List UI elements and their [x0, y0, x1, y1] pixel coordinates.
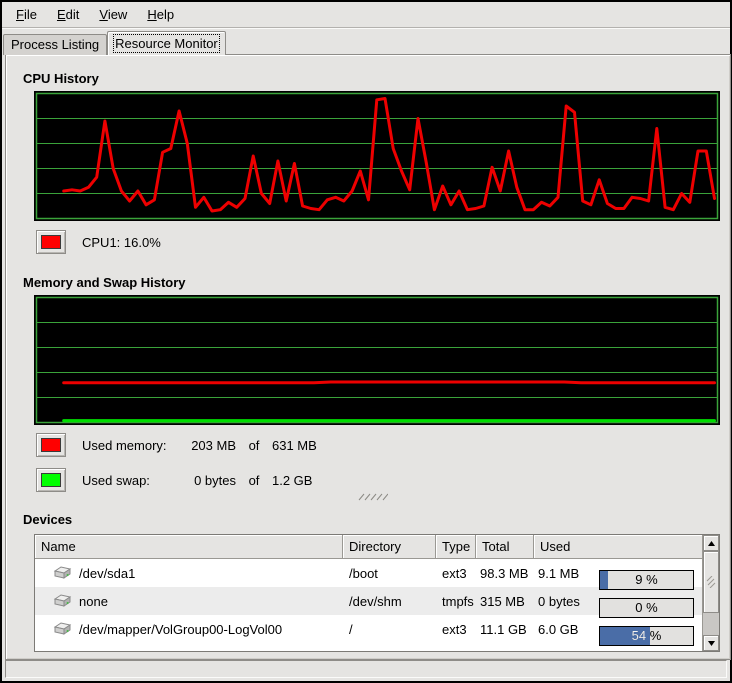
device-used: 6.0 GB [538, 622, 578, 637]
resource-monitor-panel: CPU History CPU1: 16.0% Memory and Swap … [5, 54, 731, 660]
swap-legend-label: Used swap: [82, 473, 182, 488]
swap-of-label: of [236, 473, 272, 488]
grip-hatch-icon [358, 493, 388, 501]
usage-progressbar: 0 % 0 % [599, 598, 694, 618]
memory-color-button[interactable] [36, 433, 66, 457]
table-row[interactable]: /dev/mapper/VolGroup00-LogVol00 / ext3 1… [35, 615, 702, 643]
device-type: ext3 [436, 622, 476, 637]
menu-file[interactable]: File [6, 3, 47, 26]
devices-table-header: Name Directory Type Total Used [35, 535, 702, 559]
cpu-history-plot [34, 91, 720, 221]
device-name: /dev/sda1 [79, 566, 135, 581]
device-total: 11.1 GB [476, 622, 534, 637]
device-used: 9.1 MB [538, 566, 579, 581]
device-directory: /dev/shm [343, 594, 436, 609]
harddisk-icon [53, 622, 72, 636]
cpu-color-swatch [41, 235, 61, 249]
usage-progressbar: 54 % 54 % [599, 626, 694, 646]
notebook-tabs: Process Listing Resource Monitor [3, 31, 226, 55]
tab-process-listing[interactable]: Process Listing [3, 34, 107, 55]
swap-total-value: 1.2 GB [272, 473, 312, 488]
column-header-type[interactable]: Type [436, 535, 476, 559]
tab-resource-monitor[interactable]: Resource Monitor [107, 31, 226, 55]
devices-title: Devices [23, 512, 72, 527]
column-header-directory[interactable]: Directory [343, 535, 436, 559]
table-row[interactable]: /dev/sda1 /boot ext3 98.3 MB 9.1 MB 9 % … [35, 559, 702, 587]
device-directory: / [343, 622, 436, 637]
scroll-up-button[interactable] [703, 535, 719, 551]
cpu-history-chart [34, 91, 720, 221]
device-directory: /boot [343, 566, 436, 581]
memory-history-title: Memory and Swap History [23, 275, 186, 290]
device-name: none [79, 594, 108, 609]
device-total: 315 MB [476, 594, 534, 609]
device-used: 0 bytes [538, 594, 580, 609]
tab-resource-monitor-label: Resource Monitor [115, 36, 218, 51]
memory-history-plot [34, 295, 720, 425]
arrow-down-icon [708, 641, 715, 646]
harddisk-icon [53, 594, 72, 608]
menu-edit[interactable]: Edit [47, 3, 89, 26]
tab-process-listing-label: Process Listing [11, 37, 99, 52]
column-header-total[interactable]: Total [476, 535, 534, 559]
column-header-name[interactable]: Name [35, 535, 343, 559]
memory-history-chart [34, 295, 720, 425]
table-row[interactable]: none /dev/shm tmpfs 315 MB 0 bytes 0 % 0… [35, 587, 702, 615]
cpu-color-button[interactable] [36, 230, 66, 254]
memory-color-swatch [41, 438, 61, 452]
cpu-legend: CPU1: 16.0% [36, 230, 161, 254]
usage-progressbar: 9 % 9 % [599, 570, 694, 590]
usage-percent-label: 0 % [600, 600, 693, 615]
cpu-history-title: CPU History [23, 71, 99, 86]
swap-color-button[interactable] [36, 468, 66, 492]
device-name: /dev/mapper/VolGroup00-LogVol00 [79, 622, 282, 637]
vertical-scrollbar[interactable] [702, 535, 719, 651]
app-window: File Edit View Help Process Listing Reso… [0, 0, 732, 683]
device-type: ext3 [436, 566, 476, 581]
cpu-legend-label: CPU1: 16.0% [82, 235, 161, 250]
scroll-down-button[interactable] [703, 635, 719, 651]
menu-bar: File Edit View Help [2, 2, 730, 28]
device-total: 98.3 MB [476, 566, 534, 581]
arrow-up-icon [708, 541, 715, 546]
memory-legend-label: Used memory: [82, 438, 182, 453]
column-header-used[interactable]: Used [534, 535, 702, 559]
thumb-grip-icon [706, 576, 716, 588]
menu-help[interactable]: Help [137, 3, 184, 26]
memory-total-value: 631 MB [272, 438, 317, 453]
swap-used-value: 0 bytes [182, 473, 236, 488]
memory-of-label: of [236, 438, 272, 453]
menu-view[interactable]: View [89, 3, 137, 26]
swap-color-swatch [41, 473, 61, 487]
swap-legend: Used swap: 0 bytes of 1.2 GB [36, 468, 312, 492]
memory-legend: Used memory: 203 MB of 631 MB [36, 433, 317, 457]
usage-percent-label: 9 % [600, 572, 693, 587]
device-type: tmpfs [436, 594, 476, 609]
pane-resize-grip[interactable] [356, 492, 390, 502]
status-bar [5, 660, 727, 678]
harddisk-icon [53, 566, 72, 580]
devices-table: Name Directory Type Total Used /dev/sda1… [34, 534, 720, 652]
scrollbar-thumb[interactable] [703, 551, 719, 613]
memory-used-value: 203 MB [182, 438, 236, 453]
